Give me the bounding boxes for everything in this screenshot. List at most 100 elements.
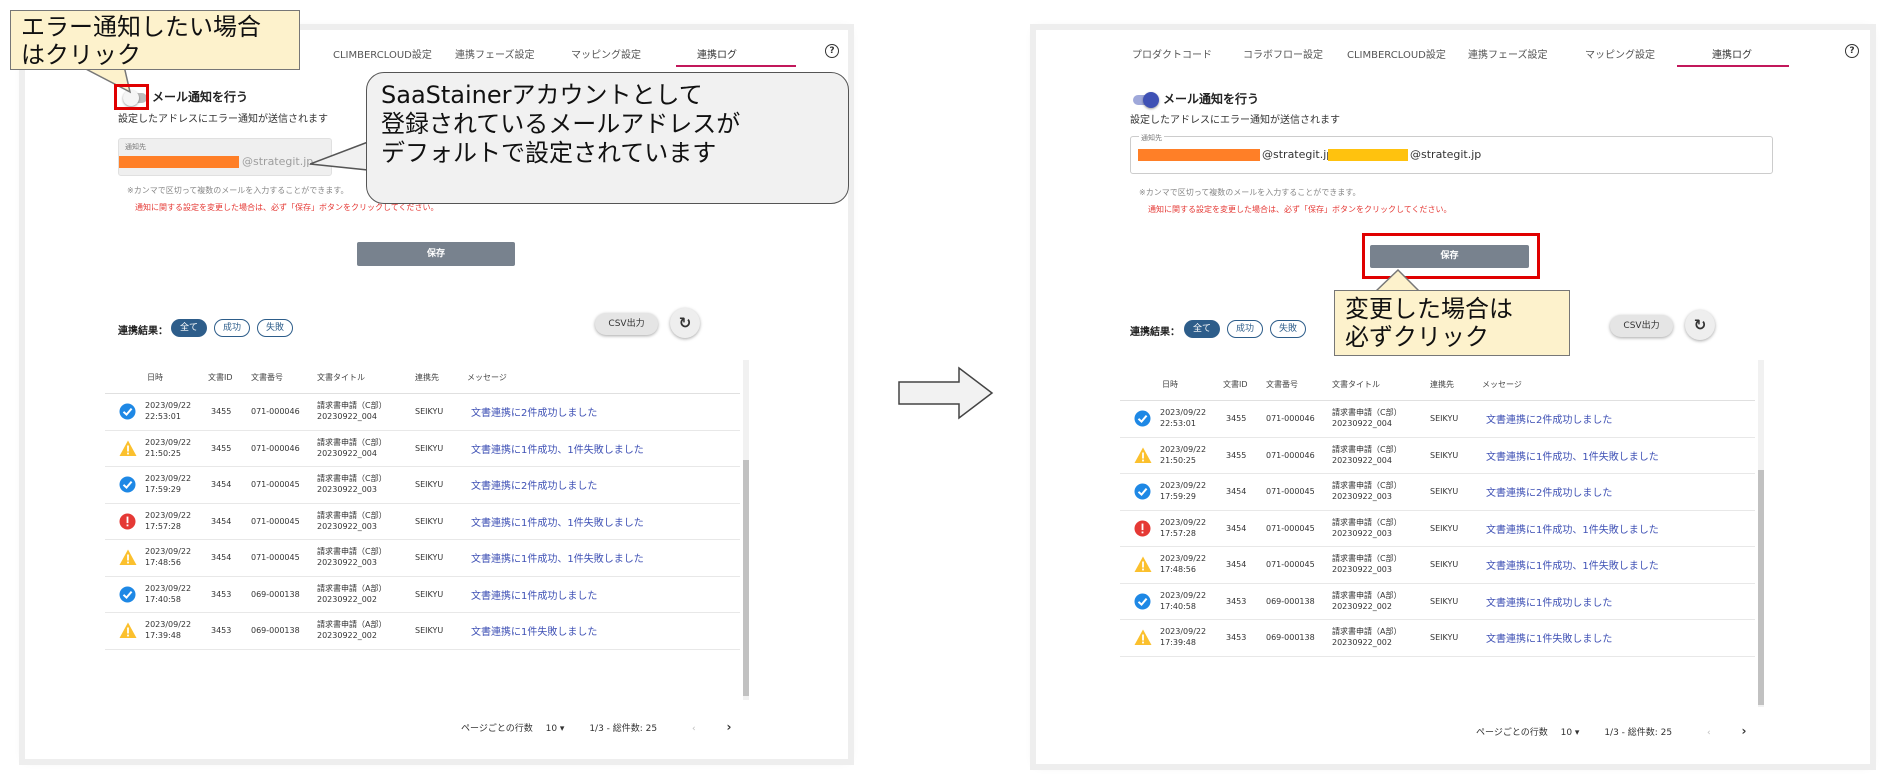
tab-climbercloud[interactable]: CLIMBERCLOUD設定 (333, 46, 432, 61)
row-doc-number: 071-000046 (1266, 414, 1315, 423)
help-icon[interactable]: ? (825, 44, 839, 58)
row-title-sub: 20230922_004 (1332, 419, 1392, 428)
table-row[interactable]: 2023/09/22 17:59:29 3454 071-000045 請求書申請（C部… (1120, 473, 1755, 511)
toggle-highlight-box (114, 84, 149, 110)
column-header[interactable]: 文書番号 (1266, 379, 1298, 390)
column-header[interactable]: メッセージ (1482, 379, 1522, 390)
tab-product-code[interactable]: プロダクトコード (1132, 46, 1212, 61)
row-time: 17:57:28 (1160, 528, 1196, 538)
column-header[interactable]: 文書タイトル (317, 372, 365, 383)
tab-climbercloud[interactable]: CLIMBERCLOUD設定 (1347, 46, 1446, 61)
table-row[interactable]: 2023/09/22 17:48:56 3454 071-000045 請求書申請（C部… (1120, 546, 1755, 584)
success-check-icon (119, 586, 136, 607)
row-message: 文書連携に1件成功、1件失敗しました (471, 554, 644, 565)
csv-export-button[interactable]: CSV出力 (595, 313, 658, 335)
row-doc-id: 3455 (211, 407, 232, 416)
row-date: 2023/09/22 (1160, 554, 1207, 563)
row-title: 請求書申請（A部） (1332, 590, 1402, 600)
row-title: 請求書申請（C部） (1332, 408, 1402, 417)
rows-per-page-select[interactable]: 10 ▾ (1561, 728, 1580, 738)
table-row[interactable]: 2023/09/22 22:53:01 3455 071-000046 請求書申請（C部… (105, 393, 740, 431)
row-doc-number: 071-000045 (1266, 523, 1315, 533)
email-field[interactable]: 通知先 @strategit.jp (118, 138, 332, 176)
column-header[interactable]: 日時 (147, 372, 163, 383)
column-header[interactable]: 文書ID (1223, 379, 1248, 390)
scrollbar-thumb[interactable] (1758, 470, 1764, 705)
prev-page-icon[interactable]: ‹ (1707, 728, 1711, 738)
tab-phase-settings[interactable]: 連携フェーズ設定 (1468, 46, 1548, 61)
email-field[interactable]: 通知先 @strategit.jp, @strategit.jp (1130, 133, 1773, 174)
scrollbar-thumb[interactable] (743, 460, 749, 696)
table-row[interactable]: 2023/09/22 17:59:29 3454 071-000045 請求書申請（C部… (105, 466, 740, 504)
column-header[interactable]: 文書タイトル (1332, 379, 1380, 390)
row-doc-number: 071-000045 (1266, 560, 1315, 569)
row-doc-number: 071-000046 (251, 443, 300, 453)
help-icon[interactable]: ? (1845, 44, 1859, 58)
refresh-icon[interactable]: ↻ (1685, 310, 1715, 340)
success-check-icon (1134, 483, 1151, 504)
column-header[interactable]: 日時 (1162, 379, 1178, 390)
table-row[interactable]: 2023/09/22 17:48:56 3454 071-000045 請求書申請（C部… (105, 539, 740, 577)
prev-page-icon[interactable]: ‹ (692, 724, 696, 734)
table-row[interactable]: 2023/09/22 17:57:28 3454 071-000045 請求書申請（C部… (105, 503, 740, 540)
column-header[interactable]: メッセージ (467, 372, 507, 383)
table-scrollbar[interactable] (1758, 360, 1764, 707)
row-date: 2023/09/22 (1160, 627, 1207, 636)
column-header[interactable]: 連携先 (415, 372, 439, 383)
row-doc-id: 3454 (211, 553, 232, 562)
email-field-label: 通知先 (1139, 133, 1164, 143)
row-title-sub: 20230922_003 (317, 521, 377, 531)
row-date: 2023/09/22 (145, 510, 192, 520)
log-table: 日時 文書ID 文書番号 文書タイトル 連携先 メッセージ 2023/09/22 22:53:… (105, 360, 740, 700)
filter-chip-success[interactable]: 成功 (1227, 320, 1263, 338)
table-row[interactable]: 2023/09/22 17:39:48 3453 069-000138 請求書申請（A部… (105, 612, 740, 650)
table-row[interactable]: 2023/09/22 22:53:01 3455 071-000046 請求書申請（C部… (1120, 400, 1755, 438)
redacted-email-user-1 (1138, 149, 1260, 161)
success-check-icon (1134, 593, 1151, 614)
csv-export-button[interactable]: CSV出力 (1610, 315, 1673, 337)
tab-log[interactable]: 連携ログ (1712, 46, 1752, 61)
notify-title: メール通知を行う (152, 90, 249, 104)
next-page-icon[interactable]: › (727, 720, 732, 734)
table-header: 日時 文書ID 文書番号 文書タイトル 連携先 メッセージ (1120, 367, 1755, 401)
refresh-icon[interactable]: ↻ (670, 308, 700, 338)
row-destination: SEIKYU (415, 553, 444, 562)
row-title: 請求書申請（C部） (1332, 554, 1402, 563)
save-button[interactable]: 保存 (357, 242, 515, 266)
table-row[interactable]: 2023/09/22 17:40:58 3453 069-000138 請求書申請（A部… (105, 576, 740, 613)
log-table: 日時 文書ID 文書番号 文書タイトル 連携先 メッセージ 2023/09/22 22:53:… (1120, 367, 1755, 707)
column-header[interactable]: 文書番号 (251, 372, 283, 383)
filter-chip-success[interactable]: 成功 (214, 319, 250, 337)
next-page-icon[interactable]: › (1742, 724, 1747, 738)
tab-phase-settings[interactable]: 連携フェーズ設定 (455, 46, 535, 61)
table-row[interactable]: 2023/09/22 21:50:25 3455 071-000046 請求書申請（C部… (1120, 437, 1755, 474)
table-row[interactable]: 2023/09/22 21:50:25 3455 071-000046 請求書申請（C部… (105, 430, 740, 467)
column-header[interactable]: 連携先 (1430, 379, 1454, 390)
table-scrollbar[interactable] (743, 360, 749, 700)
rows-per-page-select[interactable]: 10 ▾ (546, 724, 565, 734)
filter-chip-all[interactable]: 全て (171, 319, 207, 337)
tab-collaboflow[interactable]: コラボフロー設定 (1243, 46, 1323, 61)
notify-title: メール通知を行う (1163, 92, 1260, 106)
tab-log[interactable]: 連携ログ (697, 46, 737, 61)
row-destination: SEIKYU (1430, 414, 1459, 423)
tab-mapping[interactable]: マッピング設定 (1585, 46, 1655, 61)
table-row[interactable]: 2023/09/22 17:40:58 3453 069-000138 請求書申請（A部… (1120, 583, 1755, 620)
filter-chip-all[interactable]: 全て (1184, 320, 1220, 338)
table-row[interactable]: 2023/09/22 17:39:48 3453 069-000138 請求書申請（A部… (1120, 619, 1755, 657)
filter-chip-failure[interactable]: 失敗 (257, 319, 293, 337)
row-title-sub: 20230922_003 (1332, 528, 1392, 538)
column-header[interactable]: 文書ID (208, 372, 233, 383)
email-notify-toggle[interactable] (1133, 92, 1159, 108)
row-title: 請求書申請（C部） (317, 474, 387, 483)
row-date: 2023/09/22 (1160, 590, 1207, 600)
table-row[interactable]: 2023/09/22 17:57:28 3454 071-000045 請求書申請（C部… (1120, 510, 1755, 547)
active-tab-indicator (1677, 65, 1789, 67)
row-time: 17:40:58 (1160, 601, 1196, 611)
filter-chip-failure[interactable]: 失敗 (1270, 320, 1306, 338)
row-time: 17:48:56 (145, 558, 181, 567)
row-title-sub: 20230922_003 (1332, 565, 1392, 574)
row-message: 文書連携に1件成功しました (1486, 597, 1613, 609)
tab-mapping[interactable]: マッピング設定 (571, 46, 641, 61)
row-doc-id: 3455 (211, 443, 232, 453)
